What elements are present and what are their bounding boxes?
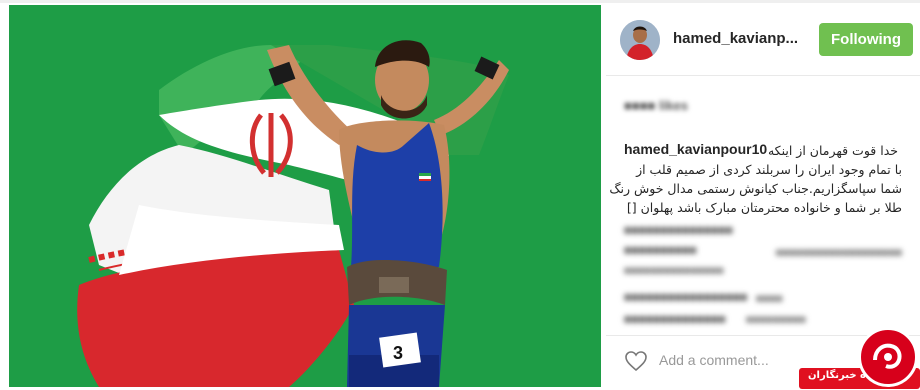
bib-number: 3 bbox=[393, 343, 403, 363]
caption-line-1: خدا قوت قهرمان از اینکه bbox=[767, 143, 898, 158]
caption-username[interactable]: hamed_kavianpour10 bbox=[624, 141, 767, 157]
username[interactable]: hamed_kavianp... bbox=[673, 30, 798, 47]
instagram-post-view: 3 hamed_kavianp... Following ■■■■ likes … bbox=[0, 0, 920, 390]
post-header: hamed_kavianp... Following bbox=[606, 5, 920, 75]
comment-username[interactable]: ■■■■■■■■■■■■■■■■■ bbox=[624, 290, 747, 304]
top-border bbox=[0, 0, 920, 3]
comment-username[interactable]: ■■■■■■■■■■■■■■■ bbox=[624, 223, 733, 237]
comment-text: ■■■■ bbox=[756, 293, 783, 305]
comment-username[interactable]: ■■■■■■■■■■ bbox=[624, 243, 696, 257]
likes-count-blurred: ■■■■ likes bbox=[624, 98, 688, 113]
caption-line-3: شما سپاسگزاریم.جناب کیانوش رستمی مدال خو… bbox=[609, 181, 902, 196]
avatar-image bbox=[620, 20, 660, 60]
comment-text: ■■■■■■■■■■■■■■■ bbox=[624, 265, 724, 277]
caption-line-2: با تمام وجود ایران را سربلند کردی از صمی… bbox=[636, 162, 902, 177]
comment-username[interactable]: ■■■■■■■■■■■■■■ bbox=[624, 312, 725, 326]
heart-icon[interactable] bbox=[624, 350, 648, 372]
watermark-logo-icon bbox=[873, 343, 902, 369]
caption-line-4: طلا بر شما و خانواده محترمتان مبارک باشد… bbox=[626, 200, 902, 215]
post-photo[interactable]: 3 bbox=[9, 5, 601, 387]
add-comment-input[interactable]: Add a comment... bbox=[659, 352, 769, 368]
divider bbox=[606, 75, 920, 76]
post-photo-illustration: 3 bbox=[9, 5, 601, 387]
following-button[interactable]: Following bbox=[819, 23, 913, 56]
avatar[interactable] bbox=[620, 20, 660, 60]
watermark-logo bbox=[858, 327, 918, 387]
comment-text: ■■■■■■■■■■■■■■■■■■■ bbox=[775, 247, 902, 259]
comment-text: ■■■■■■■■■ bbox=[746, 314, 806, 326]
